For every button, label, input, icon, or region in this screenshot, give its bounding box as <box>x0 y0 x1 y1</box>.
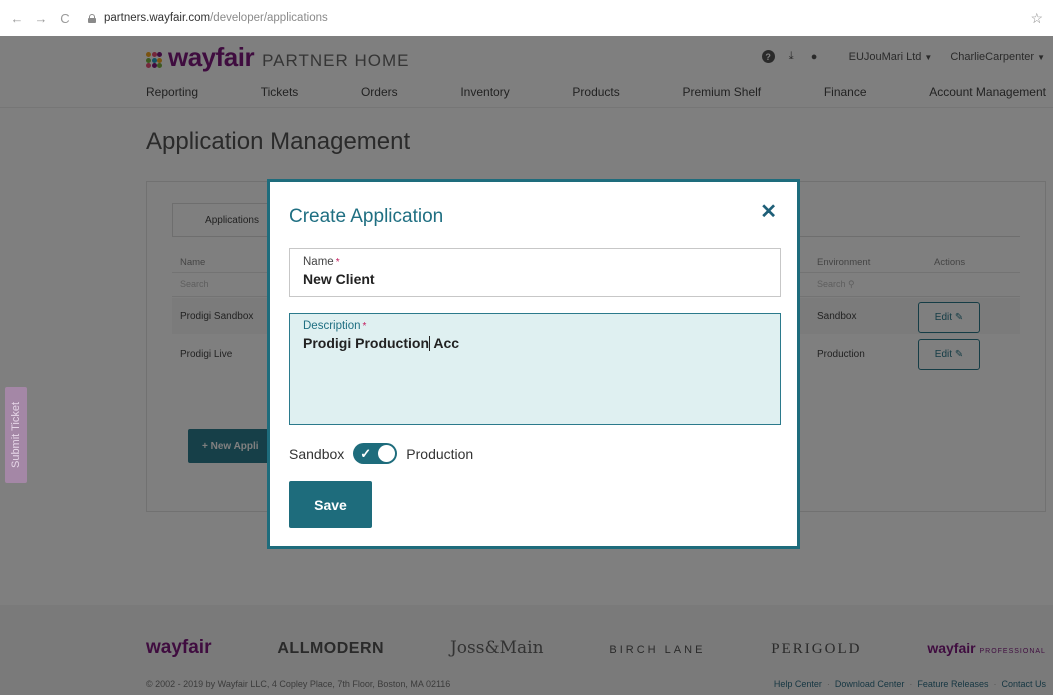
toggle-label-production: Production <box>406 445 474 462</box>
save-button[interactable]: Save <box>289 481 372 528</box>
description-field-label: Description * <box>303 320 780 332</box>
name-field-value: New Client <box>303 271 375 287</box>
browser-toolbar: ← → C partners.wayfair.com/developer/app… <box>0 0 1053 36</box>
submit-ticket-tab[interactable]: Submit Ticket <box>5 387 27 483</box>
toggle-label-sandbox: Sandbox <box>289 445 345 462</box>
dialog-title: Create Application <box>289 206 444 227</box>
url-path: /developer/applications <box>210 12 328 24</box>
close-icon[interactable]: ✕ <box>760 202 777 222</box>
check-icon: ✓ <box>360 446 372 461</box>
back-arrow-icon[interactable]: ← <box>10 11 24 26</box>
name-field-label: Name * <box>303 256 780 268</box>
submit-ticket-label: Submit Ticket <box>10 401 22 469</box>
description-text-before-caret: Prodigi Production <box>303 335 429 351</box>
environment-toggle[interactable]: ✓ <box>353 443 398 464</box>
description-field[interactable]: Description * Prodigi Production Acc <box>289 313 781 425</box>
description-field-value: Prodigi Production Acc <box>303 335 780 353</box>
create-application-dialog: Create Application ✕ Name * New Client De… <box>267 179 800 549</box>
bookmark-star-icon[interactable]: ☆ <box>1030 10 1043 27</box>
required-marker: * <box>362 321 367 332</box>
description-text-after-caret: Acc <box>430 335 460 351</box>
lock-icon <box>88 13 96 23</box>
environment-toggle-row: Sandbox ✓ Production <box>289 443 473 464</box>
url-host: partners.wayfair.com <box>104 12 211 24</box>
required-marker: * <box>335 257 340 268</box>
name-field[interactable]: Name * New Client <box>289 248 781 297</box>
reload-icon[interactable]: C <box>58 11 72 26</box>
description-label-text: Description <box>303 320 361 332</box>
address-bar[interactable]: partners.wayfair.com/developer/applicati… <box>88 12 328 24</box>
name-label-text: Name <box>303 256 334 268</box>
forward-arrow-icon[interactable]: → <box>34 11 48 26</box>
